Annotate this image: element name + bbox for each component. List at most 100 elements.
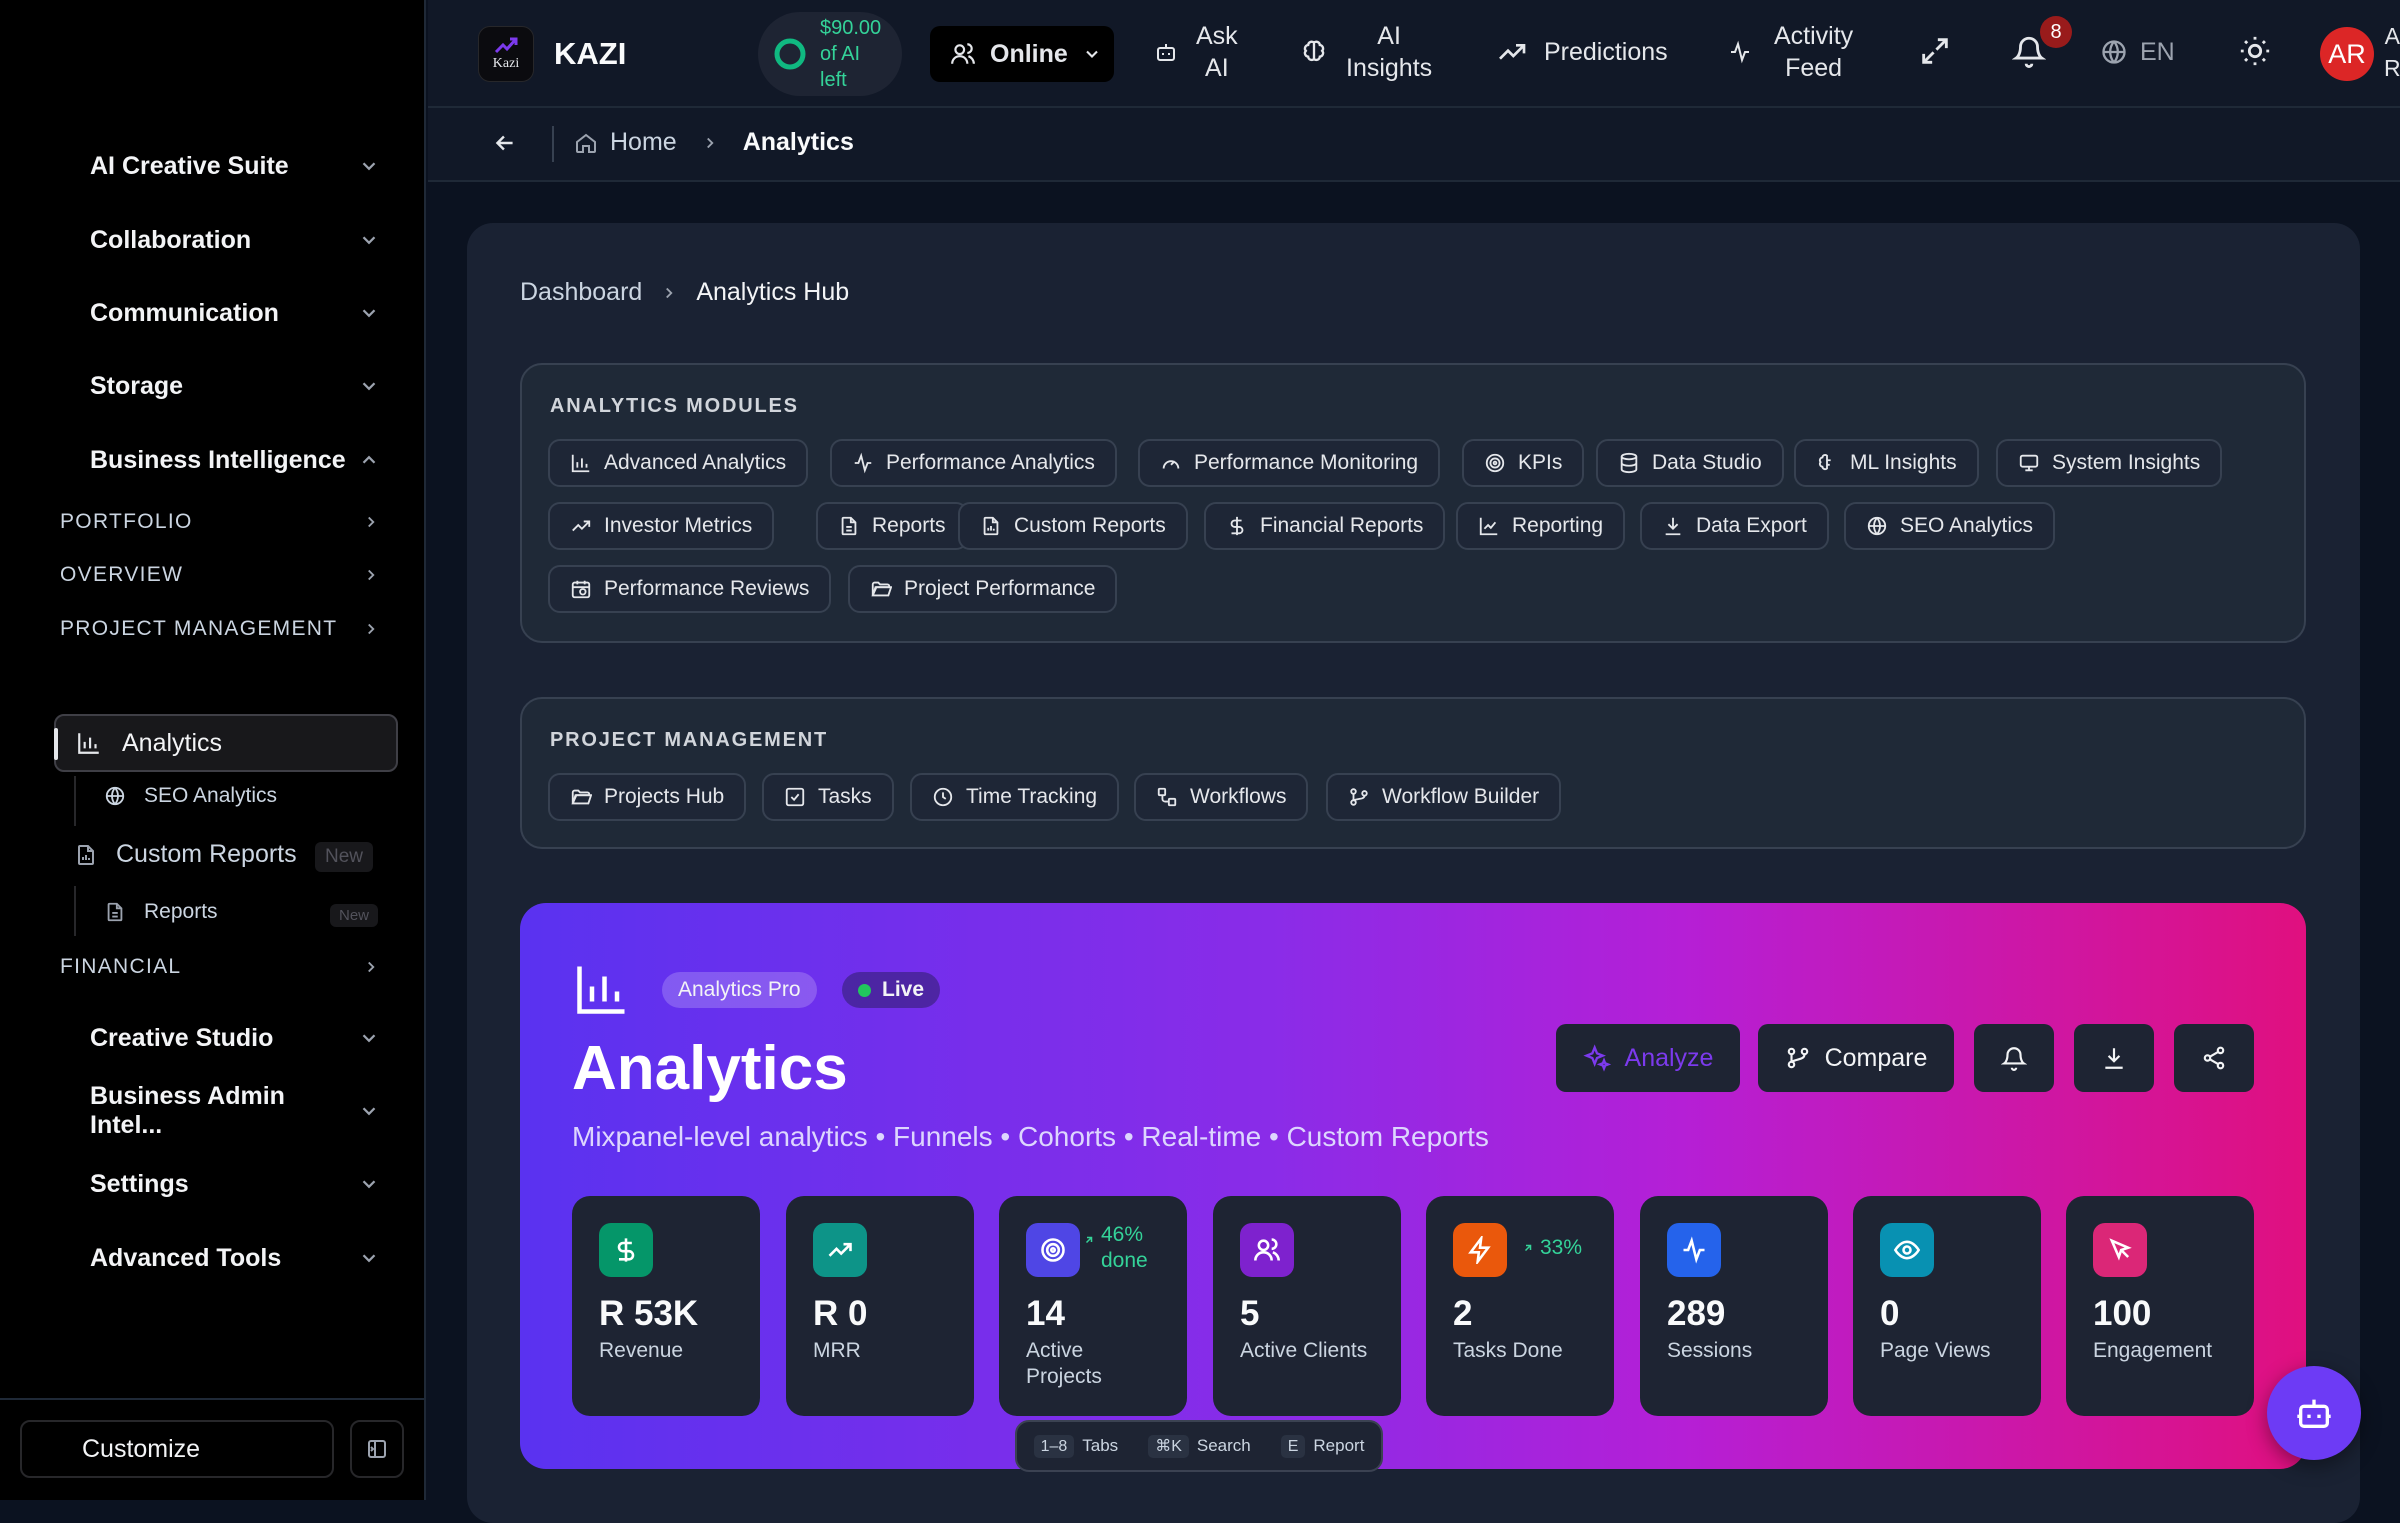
trending-up-icon [813, 1223, 867, 1277]
module-data-studio[interactable]: Data Studio [1596, 439, 1784, 487]
sidebar-group-business-admin-intel[interactable]: Business Admin Intel... [90, 1082, 380, 1139]
stat-card-active-clients[interactable]: 5 Active Clients [1213, 1196, 1401, 1416]
analytics-modules-panel: ANALYTICS MODULES Advanced Analytics Per… [520, 363, 2306, 643]
activity-feed-button[interactable]: Activity Feed [1728, 20, 1853, 84]
target-icon [1485, 453, 1505, 473]
user-name-partial[interactable]: AR [2384, 20, 2400, 84]
back-button[interactable] [492, 130, 518, 156]
sidebar-group-creative-studio[interactable]: Creative Studio [90, 1018, 380, 1058]
eye-icon [1880, 1223, 1934, 1277]
module-performance-reviews[interactable]: Performance Reviews [548, 565, 832, 613]
module-reports[interactable]: Reports [816, 502, 968, 550]
git-branch-icon [1350, 788, 1368, 806]
sidebar-group-storage[interactable]: Storage [90, 366, 380, 406]
pm-workflows[interactable]: Workflows [1134, 773, 1309, 821]
sidebar-group-advanced-tools[interactable]: Advanced Tools [90, 1238, 380, 1278]
sidebar-group-settings[interactable]: Settings [90, 1164, 380, 1204]
pm-time-tracking[interactable]: Time Tracking [910, 773, 1120, 821]
notifications-button[interactable]: 8 [2012, 16, 2072, 68]
theme-toggle-button[interactable] [2238, 34, 2272, 68]
users-icon [1240, 1223, 1294, 1277]
top-bar: Kazi KAZI $90.00 of AI left Online Ask AI… [428, 0, 2400, 108]
stat-card-revenue[interactable]: R 53K Revenue [572, 1196, 760, 1416]
predictions-button[interactable]: Predictions [1496, 36, 1668, 68]
git-compare-icon [1785, 1045, 1811, 1071]
sidebar-item-reports[interactable]: Reports [104, 900, 218, 924]
ai-insights-button[interactable]: AI Insights [1300, 20, 1432, 84]
module-reporting[interactable]: Reporting [1456, 502, 1626, 550]
module-custom-reports[interactable]: Custom Reports [958, 502, 1188, 550]
analyze-button[interactable]: Analyze [1556, 1024, 1740, 1092]
bar-chart-icon [572, 959, 632, 1019]
ask-ai-button[interactable]: Ask AI [1154, 20, 1238, 84]
sidebar-group-label: Settings [90, 1169, 189, 1198]
stat-card-active-projects[interactable]: 46% done 14 Active Projects [999, 1196, 1187, 1416]
module-project-performance[interactable]: Project Performance [848, 565, 1118, 613]
collapse-sidebar-button[interactable] [350, 1420, 404, 1478]
fullscreen-button[interactable] [1918, 34, 1952, 68]
module-data-export[interactable]: Data Export [1640, 502, 1829, 550]
divider [552, 126, 554, 162]
stat-value: 100 [2093, 1294, 2152, 1333]
chip-label: Performance Reviews [604, 577, 810, 600]
ai-assistant-fab[interactable] [2267, 1366, 2361, 1460]
sidebar-section-project-management[interactable]: PROJECT MANAGEMENT [60, 611, 380, 647]
compare-button[interactable]: Compare [1758, 1024, 1954, 1092]
sidebar-section-label: PROJECT MANAGEMENT [60, 617, 338, 640]
sidebar-group-label: Storage [90, 371, 184, 400]
stat-card-mrr[interactable]: R 0 MRR [786, 1196, 974, 1416]
pm-tasks[interactable]: Tasks [762, 773, 894, 821]
module-ml-insights[interactable]: ML Insights [1794, 439, 1979, 487]
page-breadcrumb-root[interactable]: Dashboard [520, 278, 642, 307]
status-dropdown[interactable]: Online [930, 26, 1114, 82]
stat-card-page-views[interactable]: 0 Page Views [1853, 1196, 2041, 1416]
sidebar-section-portfolio[interactable]: PORTFOLIO [60, 504, 380, 540]
pm-workflow-builder[interactable]: Workflow Builder [1326, 773, 1562, 821]
module-seo-analytics[interactable]: SEO Analytics [1844, 502, 2056, 550]
customize-button[interactable]: Customize [20, 1420, 334, 1478]
sidebar-item-custom-reports[interactable]: Custom Reports [74, 840, 297, 869]
module-performance-monitoring[interactable]: Performance Monitoring [1138, 439, 1441, 487]
home-icon [574, 131, 598, 155]
module-financial-reports[interactable]: Financial Reports [1204, 502, 1446, 550]
app-brand[interactable]: Kazi KAZI [478, 26, 626, 82]
stat-label: Active Projects [1026, 1338, 1176, 1390]
shortcut-key: E [1280, 1435, 1306, 1458]
module-system-insights[interactable]: System Insights [1996, 439, 2223, 487]
chevron-down-icon [358, 1100, 380, 1122]
pm-projects-hub[interactable]: Projects Hub [548, 773, 747, 821]
label-line: Feed [1785, 54, 1843, 82]
sidebar-section-overview[interactable]: OVERVIEW [60, 557, 380, 593]
share-button[interactable] [2174, 1024, 2254, 1092]
module-advanced-analytics[interactable]: Advanced Analytics [548, 439, 809, 487]
ai-credit-line: $90.00 [820, 17, 882, 39]
avatar[interactable]: AR [2320, 27, 2374, 81]
module-investor-metrics[interactable]: Investor Metrics [548, 502, 775, 550]
module-kpis[interactable]: KPIs [1462, 439, 1585, 487]
sidebar-group-business-intelligence[interactable]: Business Intelligence [90, 440, 380, 480]
sidebar-item-analytics[interactable]: Analytics [54, 714, 398, 772]
sidebar-group-communication[interactable]: Communication [90, 293, 380, 333]
stat-card-sessions[interactable]: 289 Sessions [1640, 1196, 1828, 1416]
file-text-icon [104, 901, 126, 923]
sidebar-section-financial[interactable]: FINANCIAL [60, 949, 380, 985]
stat-label: Engagement [2093, 1339, 2213, 1362]
sidebar-item-seo-analytics[interactable]: SEO Analytics [104, 784, 277, 808]
download-button[interactable] [2074, 1024, 2154, 1092]
alerts-button[interactable] [1974, 1024, 2054, 1092]
stat-card-engagement[interactable]: 100 Engagement [2066, 1196, 2254, 1416]
tree-connector [74, 776, 76, 826]
sidebar-group-collaboration[interactable]: Collaboration [90, 220, 380, 260]
language-selector[interactable]: EN [2100, 36, 2175, 68]
module-performance-analytics[interactable]: Performance Analytics [830, 439, 1117, 487]
breadcrumb-home-link[interactable]: Home [610, 128, 677, 157]
page-subtitle: Mixpanel-level analytics • Funnels • Coh… [572, 1121, 1489, 1152]
arrow-up-right-icon [1522, 1242, 1534, 1254]
file-chart-icon [74, 843, 98, 867]
ai-credit-widget[interactable]: $90.00 of AI left [758, 12, 902, 96]
stat-card-tasks-done[interactable]: 33% 2 Tasks Done [1426, 1196, 1614, 1416]
chip-label: Reporting [1512, 514, 1604, 537]
label-line: Activity [1774, 22, 1854, 50]
sidebar-divider [0, 1398, 426, 1400]
sidebar-group-ai-creative-suite[interactable]: AI Creative Suite [90, 146, 380, 186]
